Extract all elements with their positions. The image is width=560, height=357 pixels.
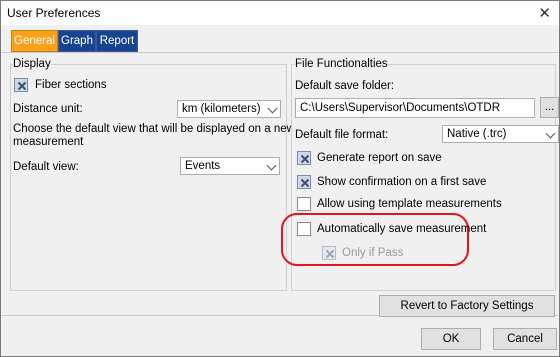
check-x-icon (300, 178, 310, 188)
tab-report[interactable]: Report (96, 30, 138, 52)
distance-unit-label: Distance unit: (13, 103, 83, 115)
file-functionalities-legend: File Functionalties (295, 58, 388, 70)
auto-save-checkbox[interactable] (297, 222, 311, 236)
default-file-format-value: Native (.trc) (447, 128, 507, 140)
display-legend: Display (13, 58, 51, 70)
chevron-down-icon (545, 128, 556, 139)
fiber-sections-label: Fiber sections (35, 79, 107, 91)
revert-to-factory-button[interactable]: Revert to Factory Settings (379, 295, 555, 317)
tab-general[interactable]: General (11, 30, 58, 52)
choose-view-text: Choose the default view that will be dis… (13, 123, 295, 135)
distance-unit-value: km (kilometers) (182, 103, 261, 115)
check-x-icon (17, 81, 27, 91)
close-icon[interactable]: ✕ (538, 4, 551, 22)
default-view-select[interactable]: Events (180, 157, 280, 175)
tab-graph[interactable]: Graph (58, 30, 96, 52)
only-if-pass-label: Only if Pass (342, 247, 404, 259)
ok-button[interactable]: OK (421, 328, 481, 350)
generate-report-label: Generate report on save (317, 152, 442, 164)
show-confirmation-checkbox[interactable] (297, 175, 311, 189)
window-title: User Preferences (7, 6, 101, 20)
check-x-icon (325, 249, 335, 259)
allow-templates-label: Allow using template measurements (317, 198, 502, 210)
display-group (10, 64, 287, 291)
default-view-value: Events (185, 160, 221, 172)
tab-panel: Display Fiber sections Distance unit: km… (2, 52, 559, 317)
auto-save-label: Automatically save measurement (317, 223, 487, 235)
chevron-down-icon (267, 103, 278, 114)
only-if-pass-checkbox[interactable] (322, 246, 336, 260)
default-save-folder-label: Default save folder: (295, 80, 395, 92)
default-file-format-label: Default file format: (295, 129, 389, 141)
fiber-sections-checkbox[interactable] (14, 78, 28, 92)
chevron-down-icon (266, 160, 277, 171)
browse-button[interactable]: ... (540, 97, 559, 118)
allow-templates-checkbox[interactable] (297, 197, 311, 211)
distance-unit-select[interactable]: km (kilometers) (177, 100, 281, 118)
show-confirmation-label: Show confirmation on a first save (317, 176, 487, 188)
title-bar: User Preferences ✕ (1, 1, 559, 25)
default-view-label: Default view: (13, 161, 79, 173)
default-file-format-select[interactable]: Native (.trc) (442, 125, 559, 143)
generate-report-checkbox[interactable] (297, 151, 311, 165)
check-x-icon (300, 154, 310, 164)
cancel-button[interactable]: Cancel (493, 328, 557, 350)
choose-view-text-cont: measurement (13, 136, 84, 148)
default-save-folder-input[interactable]: C:\Users\Supervisor\Documents\OTDR (295, 98, 535, 118)
user-preferences-dialog: User Preferences ✕ General Graph Report … (0, 0, 560, 357)
